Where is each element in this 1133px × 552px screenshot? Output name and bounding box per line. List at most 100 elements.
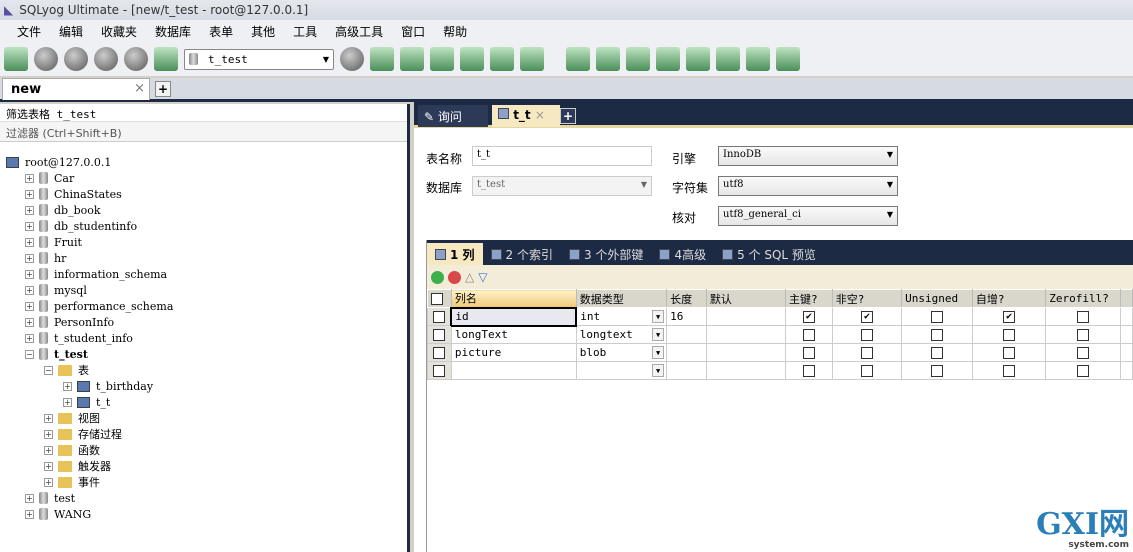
- expand-icon[interactable]: +: [25, 333, 34, 343]
- column-name-cell[interactable]: longText: [450, 325, 577, 344]
- tree-item[interactable]: + t_birthday: [0, 378, 407, 394]
- expand-icon[interactable]: +: [25, 173, 34, 183]
- pk-checkbox[interactable]: ✔: [785, 307, 833, 326]
- row-checkbox[interactable]: [427, 307, 452, 326]
- close-icon[interactable]: ×: [535, 108, 545, 122]
- menu-item[interactable]: 文件: [8, 23, 50, 40]
- backup-icon[interactable]: [370, 47, 394, 71]
- tree-item[interactable]: + 函数: [0, 442, 407, 458]
- move-down-icon[interactable]: ▽: [478, 270, 487, 284]
- tree-item[interactable]: + Fruit: [0, 234, 407, 250]
- zf-checkbox[interactable]: [1045, 361, 1122, 380]
- tab-query[interactable]: ✎ 询问: [418, 105, 488, 127]
- menu-item[interactable]: 工具: [284, 23, 326, 40]
- tree-item[interactable]: + test: [0, 490, 407, 506]
- expand-icon[interactable]: +: [25, 285, 34, 295]
- column-name-cell[interactable]: [450, 361, 577, 380]
- import-icon[interactable]: [430, 47, 454, 71]
- column-header[interactable]: Unsigned: [901, 289, 973, 308]
- tree-item[interactable]: + hr: [0, 250, 407, 266]
- menu-item[interactable]: 高级工具: [326, 23, 392, 40]
- restore-icon[interactable]: [400, 47, 424, 71]
- subtab[interactable]: 2 个索引: [483, 243, 561, 265]
- nn-checkbox[interactable]: [831, 325, 903, 344]
- menu-item[interactable]: 其他: [242, 23, 284, 40]
- expand-icon[interactable]: +: [25, 205, 34, 215]
- nn-checkbox[interactable]: ✔: [831, 307, 903, 326]
- engine-select[interactable]: InnoDB: [718, 146, 898, 166]
- subtab[interactable]: 4高级: [651, 243, 714, 265]
- column-header[interactable]: 默认: [705, 289, 787, 308]
- unsigned-checkbox[interactable]: [901, 325, 973, 344]
- index-icon[interactable]: [520, 47, 544, 71]
- add-tab-button[interactable]: +: [560, 108, 576, 124]
- tree-item[interactable]: + WANG: [0, 506, 407, 522]
- expand-icon[interactable]: +: [25, 269, 34, 279]
- menu-item[interactable]: 编辑: [50, 23, 92, 40]
- menu-item[interactable]: 收藏夹: [92, 23, 146, 40]
- ai-checkbox[interactable]: [971, 343, 1047, 362]
- data-type-cell[interactable]: longtext ▼: [575, 325, 668, 344]
- table-row[interactable]: picture blob ▼: [427, 343, 1133, 362]
- default-cell[interactable]: [705, 325, 787, 344]
- move-up-icon[interactable]: △: [465, 270, 474, 284]
- expand-icon[interactable]: +: [25, 221, 34, 231]
- table-data-icon[interactable]: [490, 47, 514, 71]
- tree-item[interactable]: + PersonInfo: [0, 314, 407, 330]
- connect-icon[interactable]: [4, 47, 28, 71]
- collation-select[interactable]: utf8_general_ci: [718, 206, 898, 226]
- tree-item[interactable]: + performance_schema: [0, 298, 407, 314]
- charset-select[interactable]: utf8: [718, 176, 898, 196]
- collapse-icon[interactable]: −: [44, 365, 53, 375]
- expand-icon[interactable]: +: [25, 493, 34, 503]
- nn-checkbox[interactable]: [831, 361, 903, 380]
- tree-item[interactable]: + information_schema: [0, 266, 407, 282]
- query-builder-icon[interactable]: [746, 47, 770, 71]
- expand-icon[interactable]: +: [25, 189, 34, 199]
- tree-item[interactable]: + 视图: [0, 410, 407, 426]
- subtab[interactable]: 1 列: [427, 243, 483, 265]
- zf-checkbox[interactable]: [1045, 307, 1122, 326]
- database-select[interactable]: t_test ▼: [184, 48, 334, 70]
- menu-item[interactable]: 窗口: [392, 23, 434, 40]
- length-cell[interactable]: 16: [666, 307, 707, 326]
- collapse-icon[interactable]: −: [25, 349, 34, 359]
- column-header[interactable]: Zerofill?: [1045, 289, 1122, 308]
- tree-item[interactable]: root@127.0.0.1: [0, 154, 407, 170]
- ai-checkbox[interactable]: ✔: [971, 307, 1047, 326]
- ai-checkbox[interactable]: [971, 361, 1047, 380]
- tree-item[interactable]: + db_book: [0, 202, 407, 218]
- expand-icon[interactable]: +: [44, 461, 53, 471]
- menu-item[interactable]: 数据库: [146, 23, 200, 40]
- close-icon[interactable]: ×: [134, 81, 145, 96]
- unsigned-checkbox[interactable]: [901, 307, 973, 326]
- column-header[interactable]: 非空?: [831, 289, 903, 308]
- data-type-cell[interactable]: int ▼: [575, 307, 668, 326]
- tree-item[interactable]: − 表: [0, 362, 407, 378]
- report-icon[interactable]: [716, 47, 740, 71]
- column-header[interactable]: 自增?: [971, 289, 1047, 308]
- notification-icon[interactable]: [686, 47, 710, 71]
- filter-input[interactable]: 过滤器 (Ctrl+Shift+B): [0, 122, 407, 142]
- row-checkbox[interactable]: [427, 361, 452, 380]
- stop-icon[interactable]: [124, 47, 148, 71]
- expand-icon[interactable]: +: [44, 445, 53, 455]
- column-name-cell[interactable]: id: [450, 306, 578, 327]
- delete-column-icon[interactable]: [448, 270, 461, 284]
- chevron-down-icon[interactable]: ▼: [652, 328, 665, 341]
- column-header[interactable]: 主键?: [785, 289, 833, 308]
- add-column-icon[interactable]: [431, 270, 444, 284]
- expand-icon[interactable]: +: [25, 317, 34, 327]
- tree-item[interactable]: − t_test: [0, 346, 407, 362]
- chevron-down-icon[interactable]: ▼: [652, 346, 665, 359]
- pk-checkbox[interactable]: [785, 325, 833, 344]
- job-agent-icon[interactable]: [656, 47, 680, 71]
- default-cell[interactable]: [705, 307, 787, 326]
- column-header[interactable]: 长度: [666, 289, 707, 308]
- length-cell[interactable]: [666, 325, 707, 344]
- tree-item[interactable]: + 事件: [0, 474, 407, 490]
- tree-item[interactable]: + db_studentinfo: [0, 218, 407, 234]
- user-manager-icon[interactable]: [340, 47, 364, 71]
- schema-designer-icon[interactable]: [566, 47, 590, 71]
- expand-icon[interactable]: +: [44, 413, 53, 423]
